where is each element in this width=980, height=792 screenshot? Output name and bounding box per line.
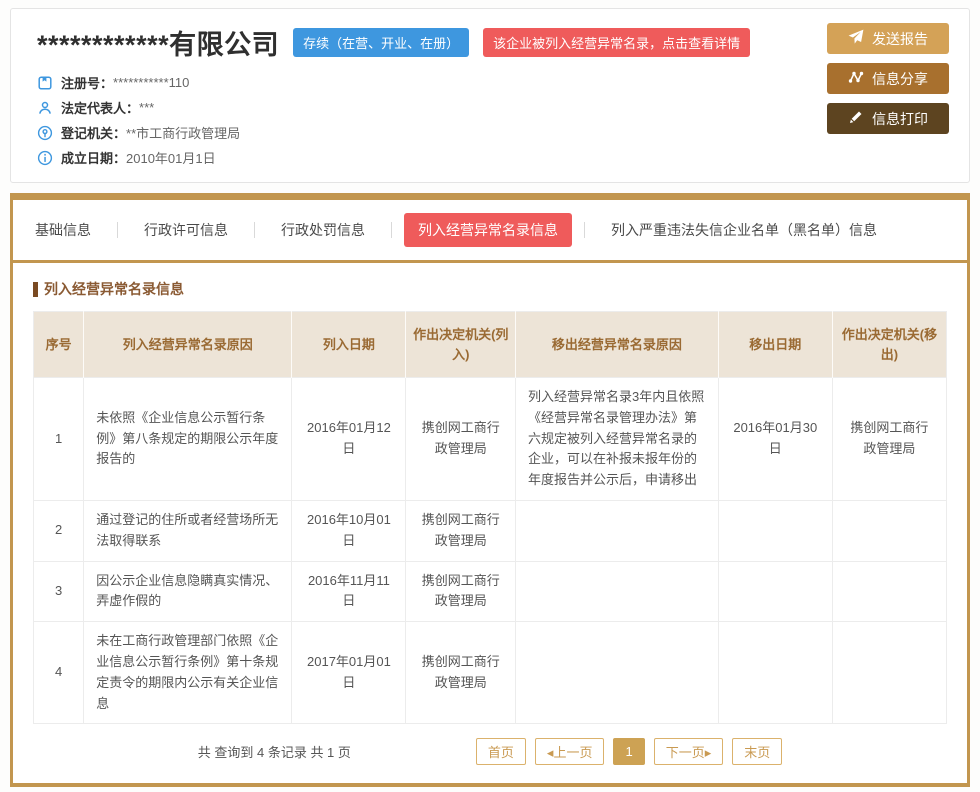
col-header-seq: 序号 [34, 312, 84, 378]
section-title-bar [33, 282, 38, 297]
tab-administrative-license[interactable]: 行政许可信息 [130, 213, 242, 247]
cell-listing-authority: 携创网工商行政管理局 [406, 378, 516, 501]
cell-removal-authority [832, 500, 946, 561]
cell-removal-date [718, 622, 832, 724]
cell-listing-reason: 未依照《企业信息公示暂行条例》第八条规定的期限公示年度报告的 [84, 378, 292, 501]
table-row: 1 未依照《企业信息公示暂行条例》第八条规定的期限公示年度报告的 2016年01… [34, 378, 947, 501]
cell-listing-authority: 携创网工商行政管理局 [406, 561, 516, 622]
table-row: 4 未在工商行政管理部门依照《企业信息公示暂行条例》第十条规定责令的期限内公示有… [34, 622, 947, 724]
abnormal-alert-badge[interactable]: 该企业被列入经营异常名录，点击查看详情 [483, 28, 750, 57]
col-header-listing-authority: 作出决定机关(列入) [406, 312, 516, 378]
cell-removal-reason [516, 622, 719, 724]
panel-content: 列入经营异常名录信息 序号 列入经营异常名录原因 列入日期 [13, 263, 967, 783]
cell-removal-reason [516, 561, 719, 622]
tab-divider [584, 222, 585, 238]
cell-seq: 2 [34, 500, 84, 561]
status-badge: 存续（在营、开业、在册） [293, 28, 469, 57]
cell-listing-reason: 通过登记的住所或者经营场所无法取得联系 [84, 500, 292, 561]
cell-removal-date [718, 500, 832, 561]
tab-abnormal-operations[interactable]: 列入经营异常名录信息 [404, 213, 572, 247]
cell-removal-date: 2016年01月30日 [718, 378, 832, 501]
col-header-removal-authority: 作出决定机关(移出) [832, 312, 946, 378]
send-icon [848, 29, 864, 48]
send-report-label: 发送报告 [872, 29, 928, 49]
detail-legal-representative: 法定代表人： *** [37, 95, 949, 120]
detail-label: 成立日期： [61, 148, 126, 167]
cell-seq: 3 [34, 561, 84, 622]
section-title: 列入经营异常名录信息 [33, 279, 947, 299]
cell-removal-reason: 列入经营异常名录3年内且依照《经营异常名录管理办法》第六规定被列入经营异常名录的… [516, 378, 719, 501]
col-header-removal-date: 移出日期 [718, 312, 832, 378]
share-info-label: 信息分享 [872, 69, 928, 89]
company-title-row: ************有限公司 存续（在营、开业、在册） 该企业被列入经营异常… [37, 23, 949, 62]
cell-listing-date: 2016年10月01日 [292, 500, 406, 561]
cell-removal-authority: 携创网工商行政管理局 [832, 378, 946, 501]
cell-listing-authority: 携创网工商行政管理局 [406, 500, 516, 561]
col-header-listing-date: 列入日期 [292, 312, 406, 378]
cell-listing-reason: 未在工商行政管理部门依照《企业信息公示暂行条例》第十条规定责令的期限内公示有关企… [84, 622, 292, 724]
cell-seq: 4 [34, 622, 84, 724]
location-icon [37, 125, 53, 141]
tab-bar: 基础信息 行政许可信息 行政处罚信息 列入经营异常名录信息 列入严重违法失信企业… [13, 200, 967, 263]
detail-value: ***********110 [113, 75, 189, 90]
cell-listing-reason: 因公示企业信息隐瞒真实情况、弄虚作假的 [84, 561, 292, 622]
next-page-button[interactable]: 下一页▸ [654, 738, 724, 765]
detail-value: 2010年01月1日 [126, 148, 216, 167]
cell-listing-date: 2016年11月11日 [292, 561, 406, 622]
table-footer: 共 查询到 4 条记录 共 1 页 首页 ◂上一页 1 下一页▸ 末页 [33, 724, 947, 777]
cell-seq: 1 [34, 378, 84, 501]
tab-divider [254, 222, 255, 238]
registration-icon [37, 75, 53, 91]
detail-label: 注册号： [61, 73, 113, 92]
share-icon [848, 69, 864, 88]
info-icon [37, 150, 53, 166]
company-name: ************有限公司 [37, 23, 279, 62]
page-number-button[interactable]: 1 [613, 738, 644, 765]
detail-registration-authority: 登记机关： **市工商行政管理局 [37, 120, 949, 145]
print-info-button[interactable]: 信息打印 [827, 103, 949, 134]
tab-divider [391, 222, 392, 238]
cell-listing-date: 2016年01月12日 [292, 378, 406, 501]
cell-removal-date [718, 561, 832, 622]
cell-removal-authority [832, 622, 946, 724]
pagination: 首页 ◂上一页 1 下一页▸ 末页 [476, 738, 782, 765]
abnormal-operations-table: 序号 列入经营异常名录原因 列入日期 作出决定机关(列入) 移出经营异常名录原因… [33, 311, 947, 724]
action-buttons: 发送报告 信息分享 信息打印 [827, 23, 949, 134]
share-info-button[interactable]: 信息分享 [827, 63, 949, 94]
tab-divider [117, 222, 118, 238]
cell-listing-authority: 携创网工商行政管理局 [406, 622, 516, 724]
page: ************有限公司 存续（在营、开业、在册） 该企业被列入经营异常… [0, 0, 980, 792]
cell-removal-authority [832, 561, 946, 622]
detail-label: 登记机关： [61, 123, 126, 142]
section-title-text: 列入经营异常名录信息 [44, 279, 184, 299]
table-header-row: 序号 列入经营异常名录原因 列入日期 作出决定机关(列入) 移出经营异常名录原因… [34, 312, 947, 378]
first-page-button[interactable]: 首页 [476, 738, 526, 765]
detail-establishment-date: 成立日期： 2010年01月1日 [37, 145, 949, 170]
cell-removal-reason [516, 500, 719, 561]
tab-blacklist[interactable]: 列入严重违法失信企业名单（黑名单）信息 [597, 213, 891, 247]
cell-listing-date: 2017年01月01日 [292, 622, 406, 724]
info-panel: 基础信息 行政许可信息 行政处罚信息 列入经营异常名录信息 列入严重违法失信企业… [10, 193, 970, 787]
person-icon [37, 100, 53, 116]
prev-page-button[interactable]: ◂上一页 [535, 738, 605, 765]
col-header-removal-reason: 移出经营异常名录原因 [516, 312, 719, 378]
tab-basic-info[interactable]: 基础信息 [21, 213, 105, 247]
print-info-label: 信息打印 [872, 109, 928, 129]
detail-label: 法定代表人： [61, 98, 139, 117]
detail-value: **市工商行政管理局 [126, 123, 240, 142]
detail-registration-number: 注册号： ***********110 [37, 70, 949, 95]
detail-value: *** [139, 100, 154, 115]
col-header-listing-reason: 列入经营异常名录原因 [84, 312, 292, 378]
company-details: 注册号： ***********110 法定代表人： *** 登记机关： **市… [37, 70, 949, 170]
send-report-button[interactable]: 发送报告 [827, 23, 949, 54]
last-page-button[interactable]: 末页 [732, 738, 782, 765]
table-row: 3 因公示企业信息隐瞒真实情况、弄虚作假的 2016年11月11日 携创网工商行… [34, 561, 947, 622]
record-count-summary: 共 查询到 4 条记录 共 1 页 [198, 742, 351, 761]
company-header-card: ************有限公司 存续（在营、开业、在册） 该企业被列入经营异常… [10, 8, 970, 183]
tab-administrative-penalty[interactable]: 行政处罚信息 [267, 213, 379, 247]
table-row: 2 通过登记的住所或者经营场所无法取得联系 2016年10月01日 携创网工商行… [34, 500, 947, 561]
print-icon [848, 109, 864, 128]
